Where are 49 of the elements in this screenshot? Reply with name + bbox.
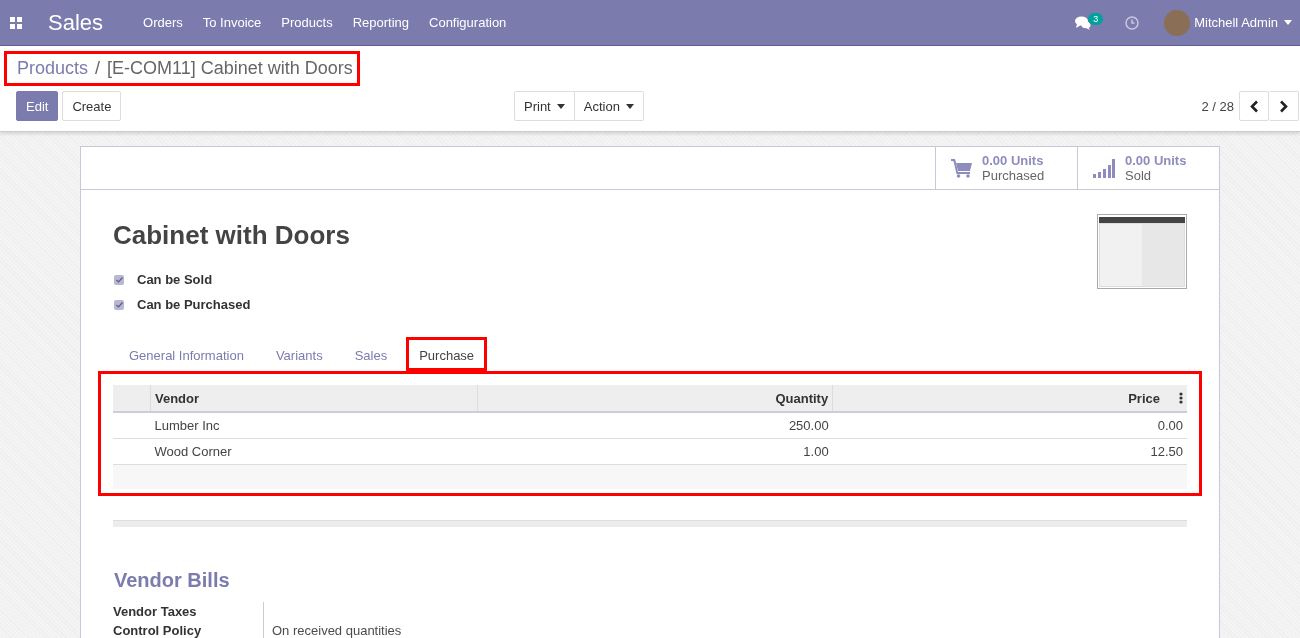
tab[interactable]: Purchase	[406, 337, 488, 371]
next-button[interactable]	[1269, 91, 1299, 121]
tab[interactable]: Sales	[341, 337, 401, 371]
breadcrumb-separator: /	[95, 57, 101, 79]
tab[interactable]: General Information	[116, 337, 257, 371]
apps-grid-icon[interactable]	[10, 16, 22, 29]
signal-bars-icon	[1093, 158, 1115, 178]
caret-icon[interactable]	[625, 103, 634, 109]
checkbox-label: Can be Purchased	[137, 297, 251, 312]
chat-bubbles-icon[interactable]	[1075, 15, 1092, 30]
table-cell: 250.00	[788, 418, 829, 433]
table-cell: 0.00	[1157, 418, 1183, 433]
chevron-right-icon[interactable]	[1279, 99, 1288, 113]
tab[interactable]: Variants	[262, 337, 336, 371]
field-value: On received quantities	[272, 623, 402, 638]
menu-item[interactable]: Reporting	[352, 15, 409, 30]
table-cell: Lumber Inc	[154, 418, 220, 433]
chevron-left-icon[interactable]	[1249, 99, 1259, 113]
field-label: Vendor Taxes	[113, 603, 198, 621]
column-header[interactable]: Vendor	[155, 390, 200, 406]
table-cell: Wood Corner	[154, 444, 232, 459]
action-dropdown[interactable]: Action	[574, 91, 644, 121]
menu-item[interactable]: Products	[281, 15, 333, 30]
previous-button[interactable]	[1239, 91, 1269, 121]
create-button[interactable]: Create	[62, 91, 122, 121]
column-header[interactable]: Quantity	[775, 390, 829, 406]
cart-icon	[951, 158, 972, 178]
caret-icon[interactable]	[556, 103, 565, 109]
checkbox[interactable]	[114, 274, 124, 285]
edit-button[interactable]: Edit	[16, 91, 59, 121]
checkbox-label: Can be Sold	[137, 272, 213, 287]
app-name[interactable]: Sales	[48, 9, 104, 36]
message-count-badge: 3	[1088, 12, 1104, 25]
checkbox[interactable]	[114, 299, 124, 310]
menu-item[interactable]: Configuration	[429, 15, 507, 30]
breadcrumb-link[interactable]: Products	[17, 57, 89, 79]
table-cell: 12.50	[1150, 444, 1183, 459]
user-name[interactable]: Mitchell Admin	[1194, 15, 1278, 30]
print-dropdown[interactable]: Print	[514, 91, 575, 121]
pager-value: 2 / 28	[1201, 98, 1234, 114]
breadcrumb-current: [E-COM11] Cabinet with Doors	[107, 57, 353, 79]
column-header[interactable]: Price	[1128, 390, 1160, 406]
menu-item[interactable]: To Invoice	[202, 15, 262, 30]
kebab-menu-icon[interactable]	[1179, 392, 1183, 404]
field-label: Control Policy	[113, 622, 203, 638]
table-cell: 1.00	[803, 444, 829, 459]
menu-item[interactable]: Orders	[143, 15, 183, 30]
section-title: Vendor Bills	[114, 569, 231, 592]
product-name: Cabinet with Doors	[113, 220, 350, 251]
